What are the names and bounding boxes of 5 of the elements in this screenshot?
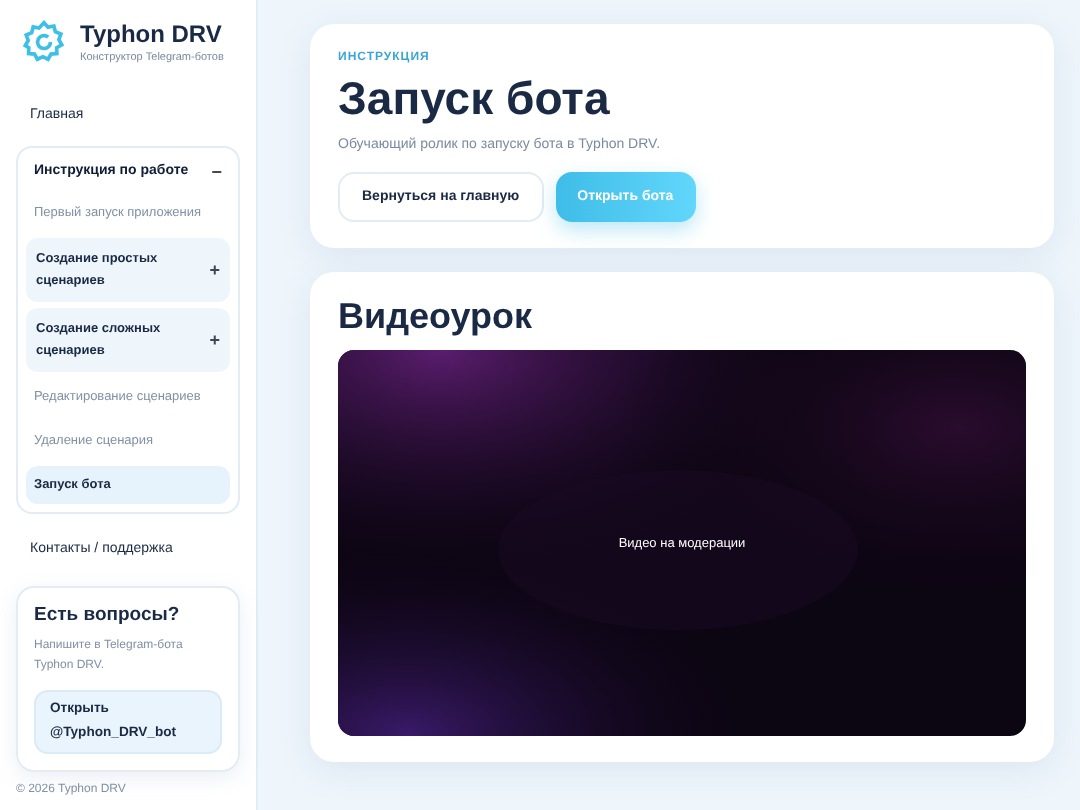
help-title: Есть вопросы? <box>34 604 182 627</box>
section-title: Видеоурок <box>338 296 535 338</box>
brand-name: Typhon DRV <box>80 20 224 48</box>
gear-logo-icon <box>22 20 66 64</box>
page-title: Запуск бота <box>338 72 612 126</box>
